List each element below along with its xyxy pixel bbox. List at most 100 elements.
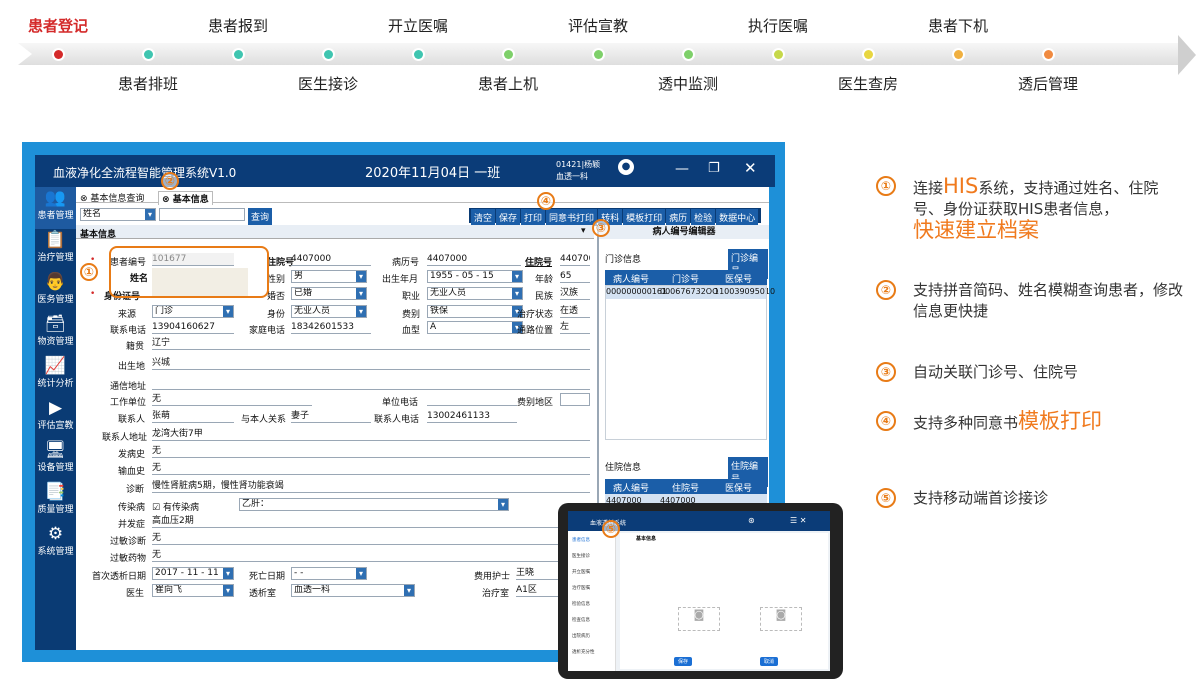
- contact-field[interactable]: 张萌: [152, 410, 234, 423]
- tablet-nav-item[interactable]: 医生接诊: [572, 553, 590, 559]
- address-field[interactable]: [152, 377, 590, 390]
- tab-basic[interactable]: ⊗ 基本信息: [158, 191, 213, 205]
- timeline-dot: [234, 50, 243, 59]
- transfusion-field[interactable]: 无: [152, 462, 590, 475]
- timeline-step[interactable]: 评估宣教: [568, 15, 628, 36]
- nurse-field[interactable]: 王晓: [516, 567, 564, 580]
- tablet-nav-item[interactable]: 患者信息: [572, 537, 590, 543]
- search-input[interactable]: [159, 208, 245, 221]
- sidebar-item[interactable]: 📈 统计分析: [35, 355, 76, 397]
- timeline-step[interactable]: 患者登记: [28, 15, 88, 36]
- job-select[interactable]: 无业人员: [427, 287, 523, 300]
- sidebar-item[interactable]: 🗃 物资管理: [35, 313, 76, 355]
- sidebar-item[interactable]: 📑 质量管理: [35, 481, 76, 523]
- camera-icon[interactable]: ◙: [760, 607, 802, 631]
- tablet-nav-item[interactable]: 检验信息: [572, 601, 590, 607]
- tablet-save-button[interactable]: 保存: [674, 657, 693, 666]
- room-select[interactable]: 血透一科: [291, 584, 415, 597]
- tablet-nav-item[interactable]: 出院病历: [572, 633, 590, 639]
- sidebar-item[interactable]: 🖥 设备管理: [35, 439, 76, 481]
- admission-field[interactable]: 4407000: [291, 253, 371, 266]
- hosp-field[interactable]: 4407000: [560, 253, 590, 266]
- allergy-drug-field[interactable]: 无: [152, 549, 590, 562]
- timeline-step[interactable]: 患者下机: [928, 15, 988, 36]
- infect-checkbox[interactable]: ☑ 有传染病: [152, 500, 199, 513]
- identity-select[interactable]: 无业人员: [291, 305, 367, 318]
- sidebar-item[interactable]: 👨 医务管理: [35, 271, 76, 313]
- tablet-nav-item[interactable]: 治疗医嘱: [572, 585, 590, 591]
- timeline-step[interactable]: 医生查房: [838, 73, 898, 94]
- death-select[interactable]: - -: [291, 567, 367, 580]
- sidebar-item[interactable]: ⚙ 系统管理: [35, 523, 76, 565]
- gender-label: 性别: [267, 275, 286, 285]
- toolbar-button[interactable]: 同意书打印: [546, 209, 598, 226]
- search-field-select[interactable]: 姓名: [80, 208, 156, 221]
- toolbar-button[interactable]: 病历: [666, 209, 691, 226]
- allergy-diag-field[interactable]: 无: [152, 532, 590, 545]
- feature-text: 支持多种同意书模板打印: [913, 411, 1186, 434]
- user-avatar-icon[interactable]: ●: [618, 159, 634, 175]
- sidebar-item[interactable]: ▶ 评估宣教: [35, 397, 76, 439]
- timeline-step[interactable]: 患者报到: [208, 15, 268, 36]
- infect-type-select[interactable]: 乙肝：: [239, 498, 509, 511]
- toolbar-button[interactable]: 保存: [496, 209, 521, 226]
- tablet-screen: 血液透析系统 ⊛ ☰ ✕ 患者信息医生接诊开立医嘱治疗医嘱检验信息检查信息出院病…: [568, 511, 830, 671]
- tablet-tab[interactable]: 基本信息: [636, 535, 656, 542]
- timeline-step[interactable]: 患者上机: [478, 73, 538, 94]
- access-field[interactable]: 左: [560, 321, 590, 334]
- tablet-nav-item[interactable]: 检查信息: [572, 617, 590, 623]
- disease-field[interactable]: 无: [152, 445, 590, 458]
- record-field[interactable]: 4407000: [427, 253, 521, 266]
- source-select[interactable]: 门诊: [152, 305, 234, 318]
- tablet-nav-item[interactable]: 透析充分性: [572, 649, 595, 655]
- timeline-step[interactable]: 透中监测: [658, 73, 718, 94]
- toolbar-button[interactable]: 模板打印: [623, 209, 666, 226]
- toolbar-button[interactable]: 检验: [691, 209, 716, 226]
- contact-phone-field[interactable]: 13002461133: [427, 410, 517, 423]
- birth-select[interactable]: 1955 - 05 - 15: [427, 270, 523, 283]
- first-dialysis-select[interactable]: 2017 - 11 - 11: [152, 567, 234, 580]
- timeline-step[interactable]: 开立医嘱: [388, 15, 448, 36]
- toolbar-button[interactable]: 打印: [521, 209, 546, 226]
- diagnosis-field[interactable]: 慢性肾脏病5期，慢性肾功能衰竭: [152, 480, 590, 493]
- toolbar-button[interactable]: 数据中心: [716, 209, 759, 226]
- sidebar-item[interactable]: 👥 患者管理: [35, 187, 76, 229]
- minimize-icon[interactable]: —: [675, 161, 689, 177]
- search-button[interactable]: 查询: [248, 208, 273, 225]
- sidebar-item[interactable]: 📋 治疗管理: [35, 229, 76, 271]
- quality-icon: 📑: [44, 482, 67, 502]
- ethnic-field[interactable]: 汉族: [560, 287, 590, 300]
- fee-select[interactable]: 铁保: [427, 305, 523, 318]
- work-phone-field[interactable]: [427, 393, 517, 406]
- collapse-icon[interactable]: ▾: [581, 226, 586, 236]
- phone-field[interactable]: 13904160627: [152, 321, 234, 334]
- blood-select[interactable]: A: [427, 321, 523, 334]
- doctor-select[interactable]: 崔向飞: [152, 584, 234, 597]
- complication-field[interactable]: 高血压2期: [152, 515, 590, 528]
- birthplace-field[interactable]: 兴城: [152, 357, 590, 370]
- region-field[interactable]: [560, 393, 590, 406]
- tablet-nav-item[interactable]: 开立医嘱: [572, 569, 590, 575]
- timeline-step[interactable]: 执行医嘱: [748, 15, 808, 36]
- tablet-cancel-button[interactable]: 取消: [760, 657, 779, 666]
- camera-icon[interactable]: ◙: [678, 607, 720, 631]
- relation-label: 与本人关系: [241, 415, 287, 425]
- restore-icon[interactable]: ❐: [708, 161, 720, 176]
- tablet-menu-icon[interactable]: ☰ ✕: [790, 516, 806, 525]
- contact-addr-field[interactable]: 龙湾大街7甲: [152, 428, 590, 441]
- workplace-field[interactable]: 无: [152, 393, 312, 406]
- home-phone-field[interactable]: 18342601533: [291, 321, 371, 334]
- marital-label: 婚否: [267, 292, 286, 302]
- timeline-step[interactable]: 透后管理: [1018, 73, 1078, 94]
- close-icon[interactable]: ✕: [744, 159, 757, 177]
- relation-field[interactable]: 妻子: [291, 410, 371, 423]
- toolbar-button[interactable]: 清空: [471, 209, 496, 226]
- tablet-user-icon[interactable]: ⊛: [748, 516, 755, 525]
- marital-select[interactable]: 已婚: [291, 287, 367, 300]
- gender-select[interactable]: 男: [291, 270, 367, 283]
- native-field[interactable]: 辽宁: [152, 337, 590, 350]
- ward-field[interactable]: A1区: [516, 584, 564, 597]
- timeline-step[interactable]: 患者排班: [118, 73, 178, 94]
- timeline-step[interactable]: 医生接诊: [298, 73, 358, 94]
- tab-query[interactable]: ⊗ 基本信息查询: [80, 191, 144, 204]
